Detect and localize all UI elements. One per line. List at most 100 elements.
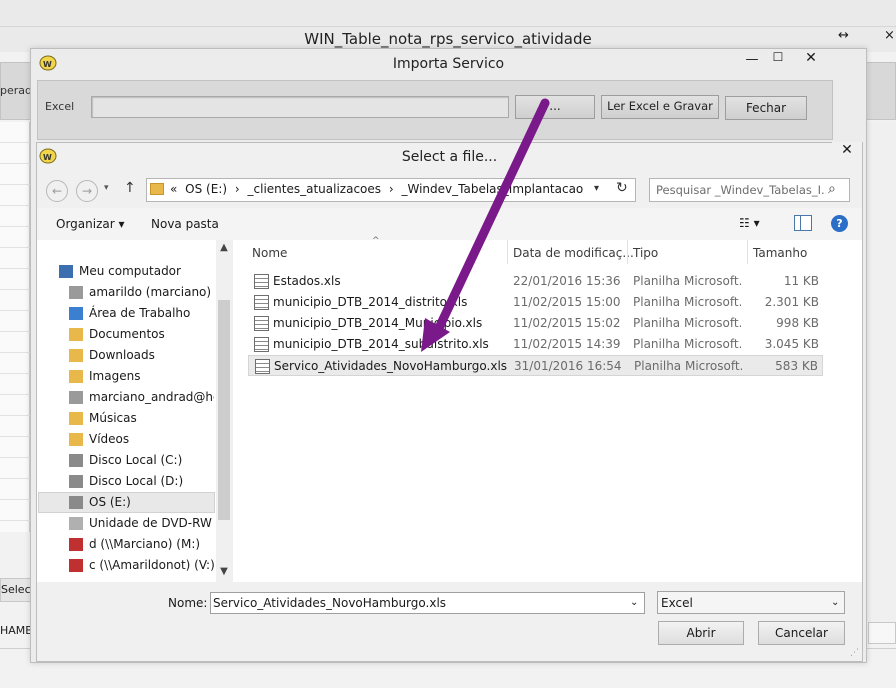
tree-item[interactable]: d (\\Marciano) (M:) (69, 535, 214, 555)
breadcrumb-overflow[interactable]: « (170, 182, 177, 196)
cancel-button[interactable]: Cancelar (758, 621, 845, 645)
dvd-icon (69, 517, 83, 530)
tree-item-label: Vídeos (89, 432, 130, 446)
column-header-size[interactable]: Tamanho (753, 246, 807, 260)
file-row[interactable]: Servico_Atividades_NovoHamburgo.xls 31/01… (248, 355, 823, 376)
file-size: 3.045 KB (764, 337, 819, 351)
file-row[interactable]: Estados.xls 22/01/2016 15:36 Planilha Micr… (248, 271, 823, 292)
folder-icon (69, 349, 83, 362)
tree-item[interactable]: c (\\Amarildonot) (V:) (69, 556, 214, 576)
file-size: 998 KB (776, 316, 819, 330)
tree-item[interactable]: OS (E:) (69, 493, 214, 513)
drive-icon (69, 454, 83, 467)
breadcrumb-folder[interactable]: _clientes_atualizacoes (248, 182, 382, 196)
breadcrumb-current[interactable]: _Windev_Tabelas_Implantacao (402, 182, 584, 196)
recent-locations-icon[interactable]: ▾ (104, 183, 109, 193)
tree-item[interactable]: amarildo (marciano) (69, 283, 214, 303)
file-row[interactable]: municipio_DTB_2014_Municipio.xls 11/02/20… (248, 313, 823, 334)
excel-file-icon (254, 316, 269, 331)
file-name: municipio_DTB_2014_Municipio.xls (273, 316, 483, 330)
breadcrumb[interactable]: « OS (E:) › _clientes_atualizacoes › _Wi… (170, 182, 587, 196)
main-close-icon[interactable]: × (884, 28, 895, 43)
browse-button[interactable]: ... (515, 95, 595, 119)
excel-file-icon (254, 337, 269, 352)
read-excel-save-button[interactable]: Ler Excel e Gravar (601, 95, 719, 119)
column-header-date[interactable]: Data de modificaç... (513, 246, 634, 260)
file-dialog-close-icon[interactable]: ✕ (832, 142, 862, 162)
column-separator[interactable] (627, 240, 628, 264)
excel-label: Excel (45, 100, 75, 113)
resize-icon[interactable]: ↔ (838, 28, 849, 43)
breadcrumb-separator[interactable]: › (389, 182, 394, 196)
breadcrumb-drive[interactable]: OS (E:) (185, 182, 227, 196)
scroll-up-icon[interactable]: ▲ (216, 242, 232, 253)
tree-item[interactable]: Imagens (69, 367, 214, 387)
column-header-type[interactable]: Tipo (633, 246, 658, 260)
tree-item[interactable]: Músicas (69, 409, 214, 429)
tree-item[interactable]: Disco Local (C:) (69, 451, 214, 471)
resize-grip-icon[interactable]: ⋰ (850, 648, 859, 658)
close-button[interactable]: Fechar (725, 96, 807, 120)
drive-icon (69, 496, 83, 509)
file-row[interactable]: municipio_DTB_2014_subdistrito.xls 11/02/… (248, 334, 823, 355)
main-right-strip (864, 122, 896, 622)
organize-menu[interactable]: Organizar ▾ (56, 217, 125, 231)
maximize-icon[interactable]: ☐ (767, 50, 789, 68)
back-arrow-icon[interactable]: ← (46, 180, 68, 202)
view-options-icon[interactable]: ☷ ▾ (739, 216, 769, 230)
file-type: Planilha Microsoft... (634, 359, 742, 373)
network-drive-icon (69, 559, 83, 572)
tree-item[interactable]: Downloads (69, 346, 214, 366)
main-right-bottom-box[interactable] (868, 622, 896, 644)
forward-arrow-icon[interactable]: → (76, 180, 98, 202)
tree-item-label: Disco Local (C:) (89, 453, 183, 467)
close-icon[interactable]: ✕ (791, 50, 831, 70)
tree-item-label: c (\\Amarildonot) (V:) (89, 558, 214, 572)
chevron-down-icon[interactable]: ▾ (594, 183, 599, 194)
folder-icon (150, 183, 164, 195)
chevron-down-icon[interactable]: ⌄ (630, 597, 638, 608)
file-date: 22/01/2016 15:36 (513, 274, 621, 288)
tree-scrollbar-thumb[interactable] (218, 300, 230, 520)
scroll-down-icon[interactable]: ▼ (216, 566, 232, 577)
sort-ascending-icon: ^ (372, 236, 380, 246)
tree-item[interactable]: marciano_andrad@hotr (69, 388, 214, 408)
new-folder-button[interactable]: Nova pasta (151, 217, 219, 231)
filename-value[interactable]: Servico_Atividades_NovoHamburgo.xls (213, 596, 446, 610)
tree-item[interactable]: Unidade de DVD-RW (F: (69, 514, 214, 534)
tree-item-label: amarildo (marciano) (89, 285, 212, 299)
column-separator[interactable] (747, 240, 748, 264)
excel-file-icon (255, 359, 270, 374)
file-type: Planilha Microsoft... (633, 316, 741, 330)
search-icon[interactable]: ⌕ (828, 181, 836, 197)
up-arrow-icon[interactable]: ↑ (124, 180, 136, 196)
file-name: municipio_DTB_2014_distrito.xls (273, 295, 468, 309)
chevron-down-icon[interactable]: ⌄ (831, 597, 839, 608)
file-size: 583 KB (775, 359, 818, 373)
tree-item[interactable]: Disco Local (D:) (69, 472, 214, 492)
tree-item[interactable]: Vídeos (69, 430, 214, 450)
file-row[interactable]: municipio_DTB_2014_distrito.xls 11/02/201… (248, 292, 823, 313)
tree-item[interactable]: Meu computador (59, 262, 214, 282)
folder-icon (69, 328, 83, 341)
breadcrumb-separator[interactable]: › (235, 182, 240, 196)
main-select-button[interactable]: Selecio (0, 578, 32, 602)
help-icon[interactable]: ? (831, 215, 848, 232)
tree-item[interactable]: Documentos (69, 325, 214, 345)
open-button[interactable]: Abrir (658, 621, 744, 645)
file-type: Planilha Microsoft... (633, 295, 741, 309)
folder-icon (69, 307, 83, 320)
preview-pane-icon[interactable] (794, 215, 812, 231)
minimize-icon[interactable]: — (741, 52, 763, 70)
file-name: Servico_Atividades_NovoHamburgo.xls (274, 359, 508, 373)
folder-icon (69, 370, 83, 383)
tree-item-label: Disco Local (D:) (89, 474, 184, 488)
file-name: Estados.xls (273, 274, 341, 288)
filename-label: Nome: (168, 596, 208, 610)
column-separator[interactable] (507, 240, 508, 264)
excel-path-input[interactable] (91, 96, 509, 118)
column-header-name[interactable]: Nome (252, 246, 287, 260)
refresh-icon[interactable]: ↻ (616, 180, 628, 196)
tree-item[interactable]: Área de Trabalho (69, 304, 214, 324)
tree-item-label: Imagens (89, 369, 141, 383)
